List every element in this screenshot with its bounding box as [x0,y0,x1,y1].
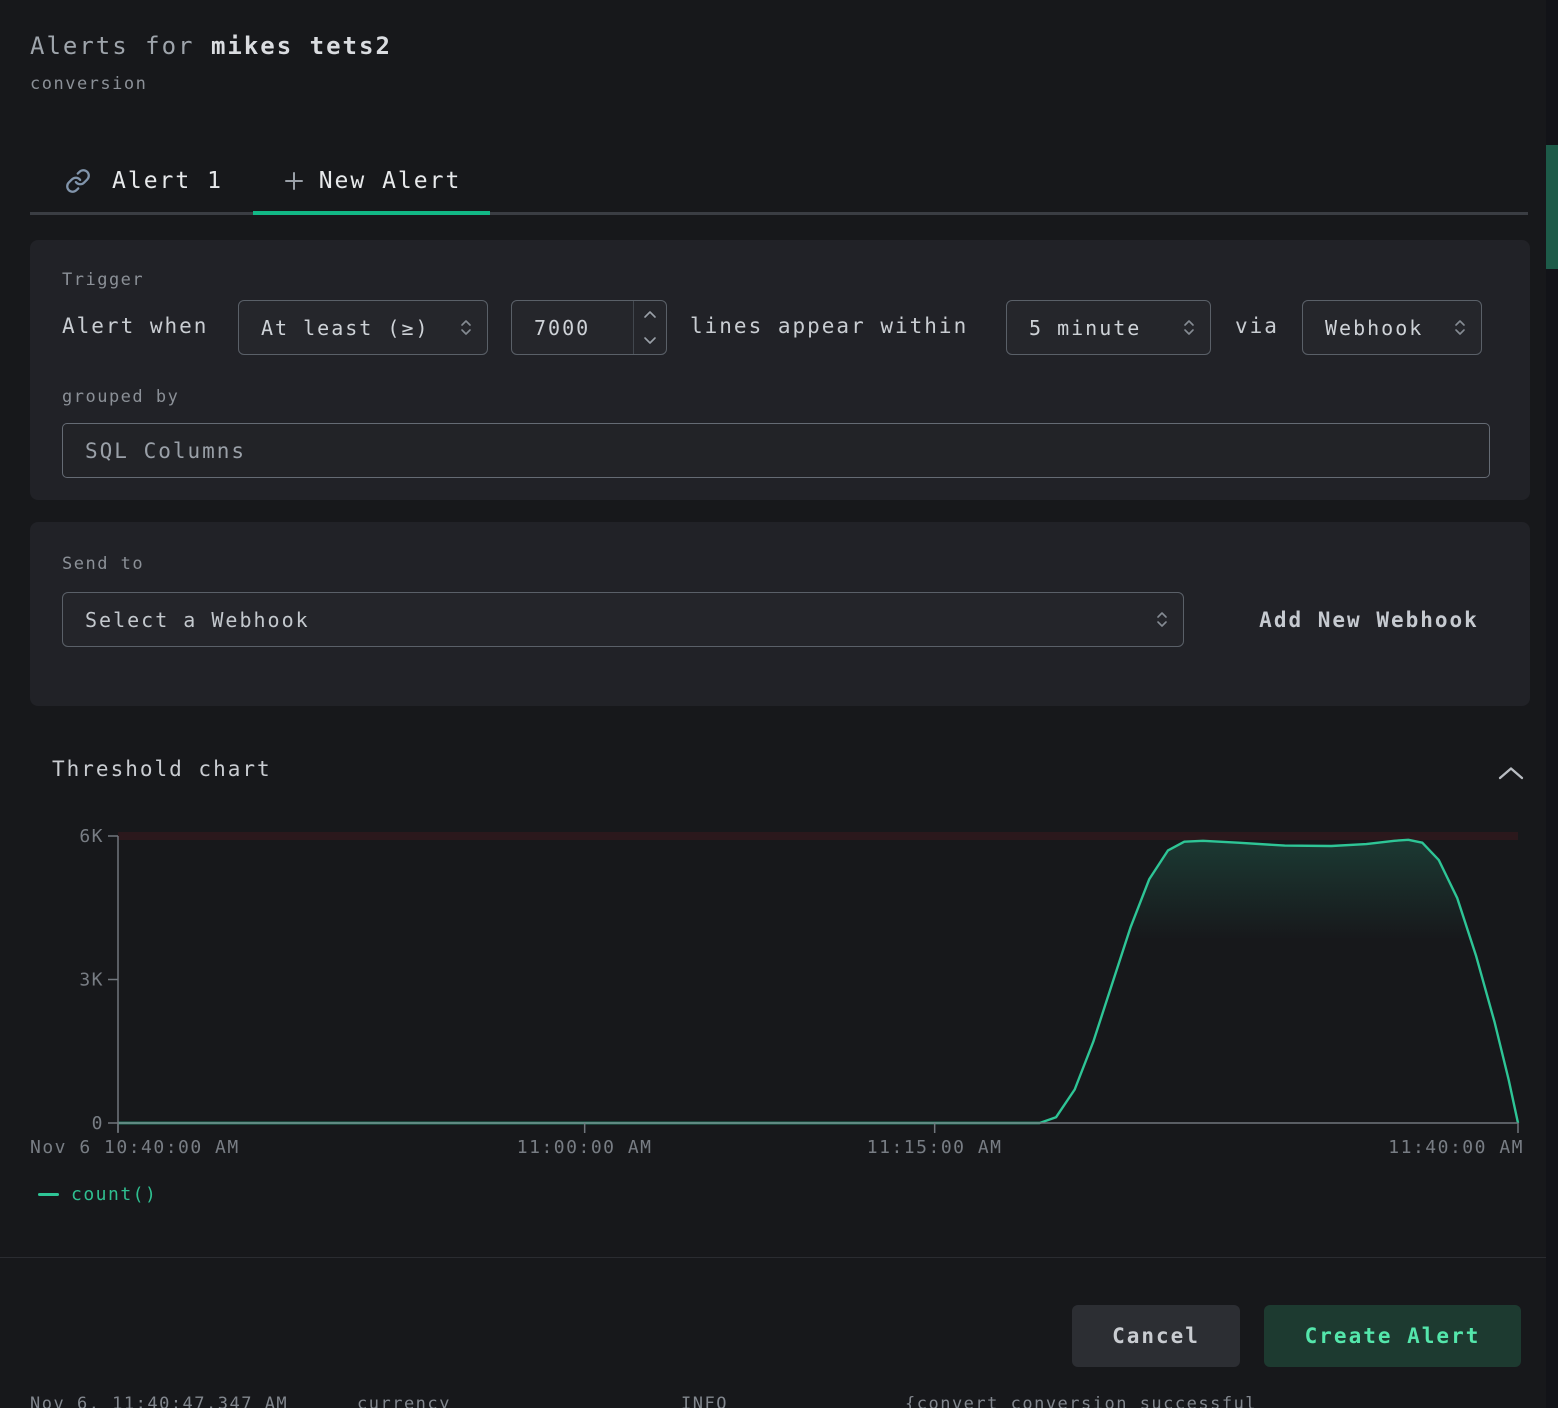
grouped-by-label: grouped by [62,387,179,407]
page-title-prefix: Alerts for [30,32,211,60]
chevron-up-down-icon [459,318,473,337]
y-tick-label: 6K [79,826,104,847]
x-tick-label: 11:00:00 AM [517,1137,653,1158]
link-icon [65,168,91,194]
dataset-name: mikes tets2 [211,32,392,60]
y-tick-label: 0 [92,1113,104,1134]
x-tick-label: 11:40:00 AM [1388,1137,1524,1158]
send-to-label: Send to [62,554,144,574]
x-tick-label: 11:15:00 AM [867,1137,1003,1158]
log-level: INFO [681,1394,728,1408]
legend-line-swatch [38,1193,59,1196]
chevron-up-icon [1497,766,1525,781]
alert-tabs-bar: Alert 1 New Alert [30,150,1528,215]
channel-select-value: Webhook [1303,316,1453,340]
tab-alert-1-label: Alert 1 [112,168,223,194]
log-timestamp: Nov 6, 11:40:47.347 AM [30,1394,288,1408]
trigger-panel: Trigger Alert when At least (≥) 7000 lin… [30,240,1530,500]
threshold-number-value: 7000 [512,316,633,340]
threshold-band [118,832,1518,840]
spinner-down-button[interactable] [634,328,666,355]
cancel-button[interactable]: Cancel [1072,1305,1240,1367]
page-title: Alerts for mikes tets2 [30,32,392,60]
grouped-by-placeholder: SQL Columns [63,439,246,463]
y-tick-label: 3K [79,970,104,991]
chevron-up-down-icon [1182,318,1196,337]
window-select[interactable]: 5 minute [1006,300,1211,355]
send-to-panel: Send to Select a Webhook Add New Webhook [30,522,1530,706]
threshold-number-input[interactable]: 7000 [511,300,667,355]
lines-within-label: lines appear within [690,314,968,338]
channel-select[interactable]: Webhook [1302,300,1482,355]
chevron-up-down-icon [1453,318,1467,337]
trigger-section-label: Trigger [62,270,144,290]
alert-when-label: Alert when [62,314,208,338]
log-message: {convert conversion successful [905,1394,1257,1408]
chart-legend: count() [38,1184,157,1205]
comparison-select-value: At least (≥) [239,316,459,340]
legend-series-label: count() [71,1184,157,1205]
plus-icon [282,169,306,193]
collapse-section-button[interactable] [1494,760,1528,786]
chevron-up-down-icon [1155,610,1169,629]
tab-new-alert-label: New Alert [319,168,462,194]
background-log-row: Nov 6, 11:40:47.347 AM currency INFO {co… [0,1392,1558,1408]
alerts-dialog: Alerts for mikes tets2 conversion Alert … [0,0,1558,1408]
webhook-select[interactable]: Select a Webhook [62,592,1184,647]
series-area [118,840,1518,1123]
threshold-chart: 0 3K 6K Nov 6 10:40:00 AM 11:00:00 AM 11:15:0… [0,820,1558,1165]
number-spinner [633,301,666,354]
threshold-chart-canvas: 0 3K 6K Nov 6 10:40:00 AM 11:00:00 AM 11:15:0… [0,820,1558,1165]
page-subtitle: conversion [30,74,147,94]
create-alert-button[interactable]: Create Alert [1264,1305,1521,1367]
tab-alert-1[interactable]: Alert 1 [30,150,223,212]
spinner-up-button[interactable] [634,301,666,328]
log-service: currency [357,1394,451,1408]
comparison-select[interactable]: At least (≥) [238,300,488,355]
window-select-value: 5 minute [1007,316,1182,340]
webhook-select-value: Select a Webhook [63,608,1155,632]
via-label: via [1235,314,1279,338]
threshold-chart-title: Threshold chart [52,757,272,781]
grouped-by-input[interactable]: SQL Columns [62,423,1490,478]
page-behind-modal-accent [1546,145,1558,269]
x-tick-label: Nov 6 10:40:00 AM [30,1137,240,1158]
add-new-webhook-button[interactable]: Add New Webhook [1216,592,1522,647]
footer-divider [0,1257,1558,1258]
tab-new-alert[interactable]: New Alert [253,150,490,212]
